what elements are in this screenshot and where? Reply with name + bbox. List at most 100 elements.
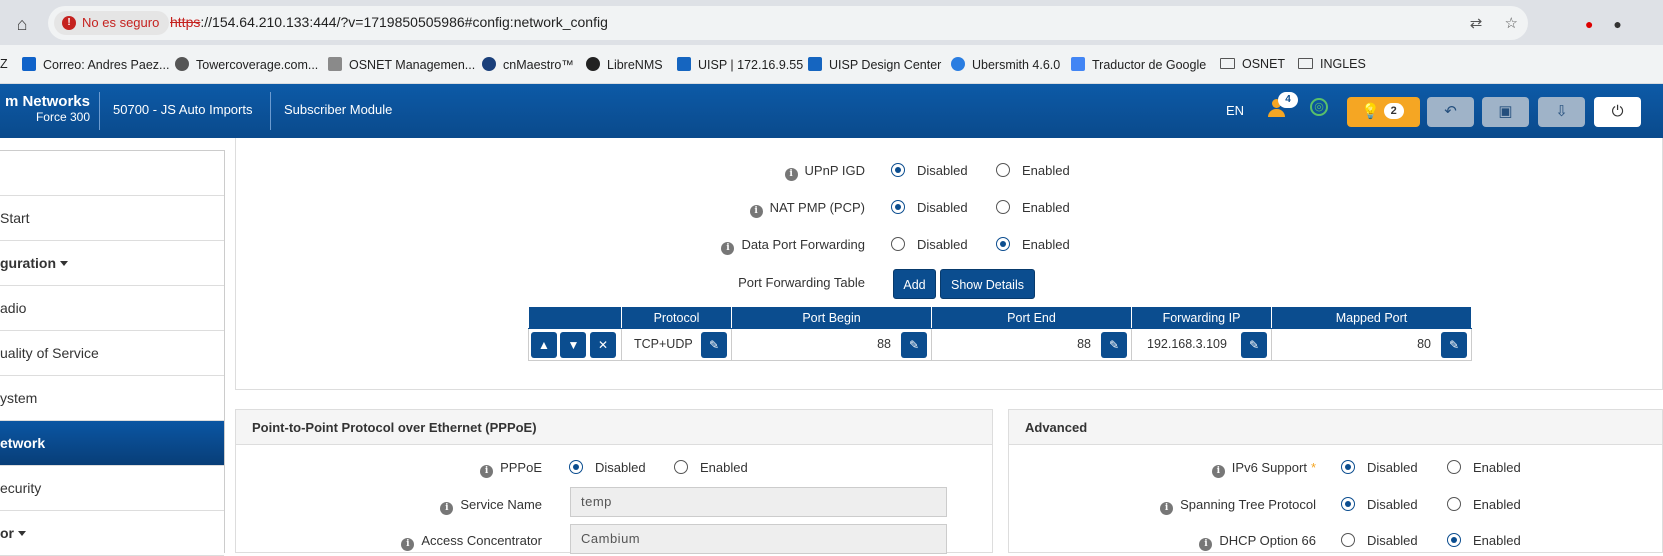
reboot-button[interactable]: ⇩ (1538, 97, 1585, 127)
bookmark-item[interactable]: cnMaestro™ (482, 57, 574, 72)
translate-icon[interactable]: ⇄ (1470, 15, 1483, 32)
bookmark-item[interactable]: Traductor de Google (1071, 57, 1206, 72)
service-name-label: Service Name (460, 497, 542, 512)
alerts-button[interactable]: 💡 2 (1347, 97, 1420, 127)
sidebar-item-network[interactable]: etwork (0, 421, 224, 466)
logout-button[interactable]: ⏻ (1594, 97, 1641, 127)
security-indicator[interactable]: ! No es seguro (54, 11, 170, 35)
upnp-row: i UPnP IGD (600, 160, 865, 184)
bookmark-item[interactable]: UISP Design Center (808, 57, 941, 72)
bookmark-item[interactable]: LibreNMS (586, 57, 663, 72)
bookmark-folder[interactable]: OSNET (1220, 57, 1285, 71)
upnp-label: UPnP IGD (804, 163, 865, 178)
access-concentrator-input[interactable]: Cambium (570, 524, 947, 554)
service-name-row: i Service Name (300, 494, 542, 518)
extensions: ● ● (1585, 16, 1638, 32)
url-text[interactable]: https://154.64.210.133:444/?v=1719850505… (170, 14, 608, 30)
sidebar-item-qos[interactable]: uality of Service (0, 331, 224, 376)
pf-table-row: Port Forwarding Table (600, 272, 865, 296)
service-name-input[interactable]: temp (570, 487, 947, 517)
sidebar-item-monitor[interactable]: or (0, 511, 224, 556)
bookmark-item[interactable]: Z (0, 57, 8, 71)
radio-label: Enabled (1473, 497, 1521, 512)
pf-table-label: Port Forwarding Table (738, 275, 865, 290)
sidebar-item-security[interactable]: ecurity (0, 466, 224, 511)
cnmaestro-icon (482, 57, 496, 71)
alert-count-badge: 2 (1383, 103, 1404, 119)
port-forwarding-table: Protocol Port Begin Port End Forwarding … (528, 306, 1472, 361)
info-icon[interactable]: i (480, 465, 494, 478)
dhcp66-label: DHCP Option 66 (1219, 533, 1316, 548)
dataport-enabled-radio[interactable]: Enabled (996, 237, 1070, 252)
sidebar-item-quick-start[interactable]: Start (0, 196, 224, 241)
natpmp-row: i NAT PMP (PCP) (600, 197, 865, 221)
show-details-button[interactable]: Show Details (940, 269, 1035, 299)
power-icon: ⏻ (1611, 103, 1624, 120)
url-rest: ://154.64.210.133:444/?v=1719850505986#c… (200, 14, 608, 30)
bookmark-label: LibreNMS (607, 58, 663, 72)
radio-label: Disabled (1367, 460, 1418, 475)
reboot-icon: ⇩ (1555, 103, 1568, 120)
edit-pencil-icon[interactable]: ✎ (1441, 332, 1467, 358)
move-down-icon[interactable]: ▼ (560, 331, 587, 358)
sidebar-item-radio[interactable]: adio (0, 286, 224, 331)
pppoe-enabled-radio[interactable]: Enabled (674, 460, 748, 475)
upnp-disabled-radio[interactable]: Disabled (891, 163, 968, 178)
add-button[interactable]: Add (893, 269, 936, 299)
sidebar-item-configuration[interactable]: guration (0, 241, 224, 286)
natpmp-disabled-radio[interactable]: Disabled (891, 200, 968, 215)
caret-down-icon (60, 261, 68, 266)
edit-pencil-icon[interactable]: ✎ (1101, 332, 1127, 358)
radio-unchecked (1341, 533, 1355, 547)
caret-down-icon (18, 531, 26, 536)
pppoe-disabled-radio[interactable]: Disabled (569, 460, 646, 475)
home-icon[interactable]: ⌂ (12, 14, 32, 34)
ipv6-disabled-radio[interactable]: Disabled (1341, 460, 1418, 475)
upnp-enabled-radio[interactable]: Enabled (996, 163, 1070, 178)
info-icon[interactable]: i (401, 538, 415, 551)
save-button[interactable]: ▣ (1482, 97, 1529, 127)
address-bar[interactable]: ! No es seguro https://154.64.210.133:44… (48, 6, 1528, 40)
radio-label: Disabled (917, 237, 968, 252)
dhcp66-disabled-radio[interactable]: Disabled (1341, 533, 1418, 548)
bookmark-item[interactable]: OSNET Managemen... (328, 57, 475, 72)
info-icon[interactable]: i (1160, 502, 1174, 515)
sidebar-item-label: or (0, 525, 14, 541)
info-icon[interactable]: i (440, 502, 454, 515)
info-icon[interactable]: i (721, 242, 735, 255)
radio-checked (1341, 497, 1355, 511)
info-icon[interactable]: i (749, 205, 763, 218)
cell-forwarding-ip: 192.168.3.109 ✎ (1131, 328, 1272, 361)
edit-pencil-icon[interactable]: ✎ (1241, 332, 1267, 358)
dataport-row: i Data Port Forwarding (600, 234, 865, 258)
ipv6-enabled-radio[interactable]: Enabled (1447, 460, 1521, 475)
globe-icon[interactable]: ◎ (1310, 98, 1328, 116)
radio-label: Enabled (1022, 200, 1070, 215)
cell-port-end: 88 ✎ (931, 328, 1132, 361)
info-icon[interactable]: i (1211, 465, 1225, 478)
bookmark-folder[interactable]: INGLES (1298, 57, 1366, 71)
bookmark-item[interactable]: Correo: Andres Paez... (22, 57, 169, 72)
undo-button[interactable]: ↶ (1427, 97, 1474, 127)
stp-disabled-radio[interactable]: Disabled (1341, 497, 1418, 512)
edit-pencil-icon[interactable]: ✎ (701, 332, 727, 358)
table-header-actions (528, 306, 622, 329)
stp-enabled-radio[interactable]: Enabled (1447, 497, 1521, 512)
bookmark-item[interactable]: Towercoverage.com... (175, 57, 318, 72)
bookmark-item[interactable]: UISP | 172.16.9.55 (677, 57, 803, 72)
sidebar-item-system[interactable]: ystem (0, 376, 224, 421)
bookmark-label: UISP | 172.16.9.55 (698, 58, 804, 72)
move-up-icon[interactable]: ▲ (531, 331, 557, 358)
extension-info-icon[interactable]: ● (1613, 16, 1621, 32)
info-icon[interactable]: i (784, 168, 798, 181)
dhcp66-enabled-radio[interactable]: Enabled (1447, 533, 1521, 548)
language-selector[interactable]: EN (1226, 103, 1244, 118)
bookmark-item[interactable]: Ubersmith 4.6.0 (951, 57, 1060, 72)
bookmark-star-icon[interactable]: ☆ (1505, 15, 1518, 32)
info-icon[interactable]: i (1199, 538, 1213, 551)
natpmp-enabled-radio[interactable]: Enabled (996, 200, 1070, 215)
extension-red-icon[interactable]: ● (1585, 16, 1593, 32)
edit-pencil-icon[interactable]: ✎ (901, 332, 927, 358)
delete-icon[interactable]: ✕ (589, 331, 616, 358)
dataport-disabled-radio[interactable]: Disabled (891, 237, 968, 252)
